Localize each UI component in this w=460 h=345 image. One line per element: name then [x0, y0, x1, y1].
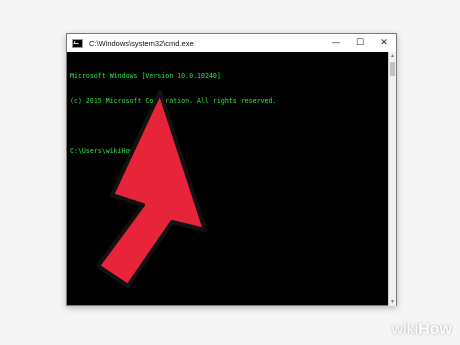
- console-line: (c) 2015 Microsoft Corporation. All righ…: [70, 97, 277, 106]
- cmd-app-icon: [72, 38, 83, 48]
- title-bar[interactable]: C:\Windows\system32\cmd.exe — ☐ ✕: [67, 34, 396, 52]
- window-title: C:\Windows\system32\cmd.exe: [89, 38, 194, 48]
- vertical-scrollbar[interactable]: ▲ ▼: [388, 52, 396, 306]
- console-prompt-line: C:\Users\wikiHow>color 07: [70, 144, 386, 159]
- console-line: Microsoft Windows [Version 10.0.10240]: [70, 71, 221, 80]
- typed-command: color 07: [134, 144, 173, 159]
- close-button[interactable]: ✕: [372, 34, 396, 52]
- scroll-up-icon[interactable]: ▲: [389, 52, 396, 60]
- maximize-button[interactable]: ☐: [348, 34, 372, 52]
- scroll-thumb[interactable]: [390, 62, 395, 76]
- minimize-button[interactable]: —: [324, 34, 348, 52]
- cmd-window: C:\Windows\system32\cmd.exe — ☐ ✕ Micros…: [66, 33, 397, 306]
- scroll-down-icon[interactable]: ▼: [389, 298, 396, 306]
- console-prompt: C:\Users\wikiHow>: [70, 147, 138, 156]
- window-controls: — ☐ ✕: [324, 34, 396, 52]
- wikihow-watermark: wikiHow: [392, 321, 452, 339]
- watermark-how: How: [418, 321, 452, 338]
- console-output[interactable]: Microsoft Windows [Version 10.0.10240] (…: [67, 52, 389, 306]
- watermark-wiki: wiki: [391, 321, 419, 338]
